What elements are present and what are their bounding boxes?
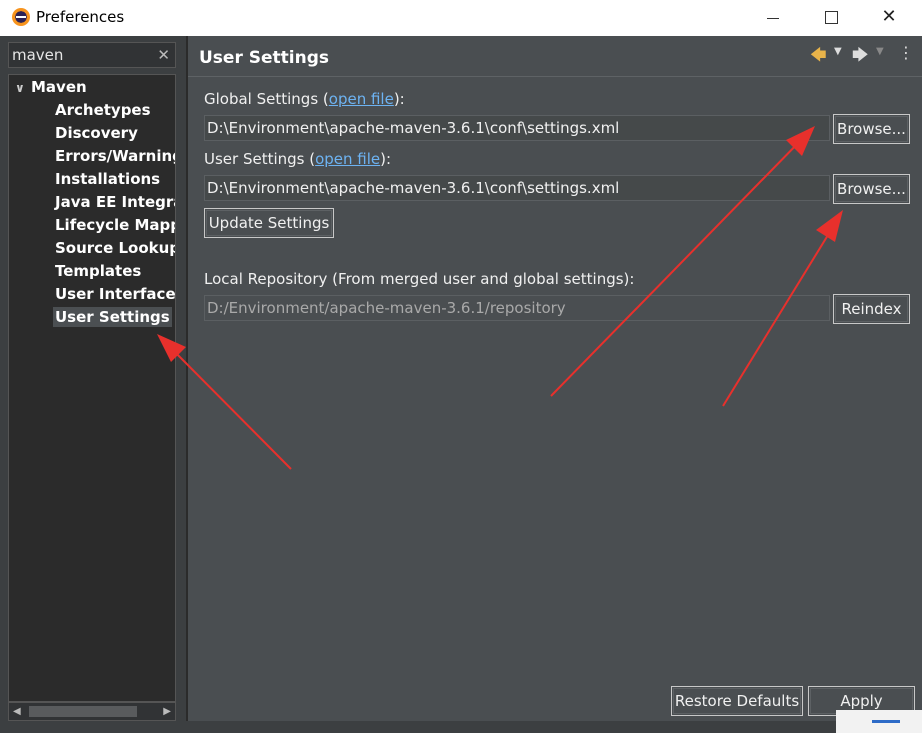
global-browse-button[interactable]: Browse...	[833, 114, 910, 144]
user-settings-label-suffix: ):	[380, 150, 392, 168]
scroll-left-icon[interactable]: ◀	[13, 703, 21, 720]
scroll-right-icon[interactable]: ▶	[163, 703, 171, 720]
close-button[interactable]: ✕	[874, 6, 904, 28]
user-browse-button[interactable]: Browse...	[833, 174, 910, 204]
update-settings-button[interactable]: Update Settings	[204, 208, 334, 238]
filter-text: maven	[12, 46, 64, 64]
clear-filter-icon[interactable]: ✕	[157, 43, 170, 67]
filter-input[interactable]: maven ✕	[8, 42, 176, 68]
tree-item-user-interface[interactable]: User Interface	[53, 284, 175, 304]
scrollbar-thumb[interactable]	[29, 706, 137, 717]
preference-navigation: maven ✕ ∨ Maven Archetypes Discovery Erro…	[0, 36, 186, 733]
global-settings-label-text: Global Settings (	[204, 90, 329, 108]
global-open-file-link[interactable]: open file	[329, 90, 394, 108]
local-repository-label: Local Repository (From merged user and g…	[204, 270, 635, 288]
forward-history-dropdown-icon: ▼	[876, 46, 884, 57]
reindex-button[interactable]: Reindex	[833, 294, 910, 324]
tree-item-source-lookup[interactable]: Source Lookup	[53, 238, 175, 258]
tree-item-user-settings[interactable]: User Settings	[53, 307, 172, 327]
tree-item-errors-warnings[interactable]: Errors/Warnings	[53, 146, 175, 166]
local-repository-path-field: D:/Environment/apache-maven-3.6.1/reposi…	[204, 295, 830, 321]
title-bar: Preferences ✕	[0, 0, 922, 36]
tree-item-discovery[interactable]: Discovery	[53, 123, 140, 143]
forward-arrow-icon[interactable]: 🡆	[852, 44, 869, 71]
title-divider	[188, 76, 922, 77]
settings-page: User Settings 🡄 ▼ 🡆 ▼ ⋮ Global Settings …	[188, 36, 922, 733]
tree-item-installations[interactable]: Installations	[53, 169, 162, 189]
global-settings-label: Global Settings (open file):	[204, 90, 405, 108]
horizontal-scrollbar[interactable]: ◀ ▶	[8, 702, 176, 721]
taskbar-corner	[836, 710, 922, 733]
back-history-dropdown-icon[interactable]: ▼	[834, 46, 842, 57]
maximize-button[interactable]	[816, 6, 846, 28]
back-arrow-icon[interactable]: 🡄	[810, 44, 827, 71]
tree-item-java-ee-integration[interactable]: Java EE Integrat	[53, 192, 175, 212]
user-open-file-link[interactable]: open file	[315, 150, 380, 168]
user-settings-label: User Settings (open file):	[204, 150, 391, 168]
preference-tree: ∨ Maven Archetypes Discovery Errors/Warni…	[8, 74, 176, 702]
restore-defaults-button[interactable]: Restore Defaults	[671, 686, 803, 716]
user-settings-label-text: User Settings (	[204, 150, 316, 168]
global-settings-path-field[interactable]: D:\Environment\apache-maven-3.6.1\conf\s…	[204, 115, 830, 141]
minimize-button[interactable]	[758, 6, 788, 28]
tree-item-archetypes[interactable]: Archetypes	[53, 100, 153, 120]
eclipse-logo-icon	[12, 8, 30, 26]
dialog-bottom-strip	[0, 721, 922, 733]
user-settings-path-field[interactable]: D:\Environment\apache-maven-3.6.1\conf\s…	[204, 175, 830, 201]
tree-node-label: Maven	[31, 78, 87, 96]
tree-item-templates[interactable]: Templates	[53, 261, 143, 281]
chevron-down-icon[interactable]: ∨	[15, 78, 31, 98]
view-menu-icon[interactable]: ⋮	[898, 43, 914, 62]
global-settings-label-suffix: ):	[393, 90, 405, 108]
tree-item-lifecycle-mappings[interactable]: Lifecycle Mappin	[53, 215, 175, 235]
page-title: User Settings	[199, 48, 329, 68]
tree-node-maven[interactable]: ∨ Maven	[15, 77, 87, 98]
window-title: Preferences	[36, 8, 125, 26]
